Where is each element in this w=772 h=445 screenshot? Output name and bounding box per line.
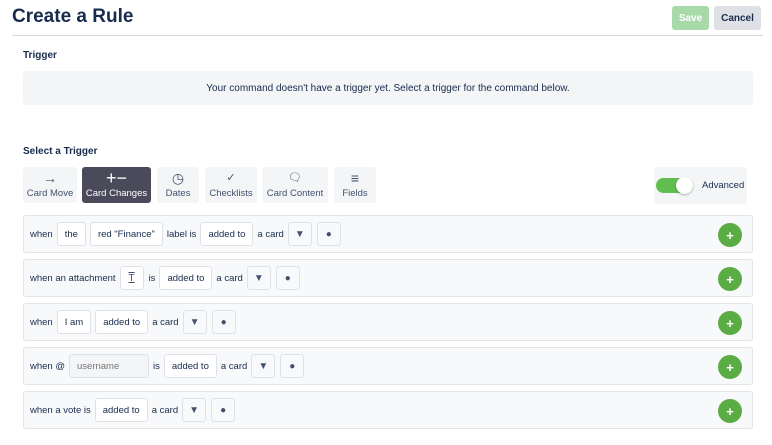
add-trigger-button[interactable]: + [718,267,742,291]
row-text: a card [152,316,179,328]
trigger-row-label: when the red "Finance" label is added to… [23,215,753,253]
tab-fields[interactable]: ≡ Fields [334,167,376,203]
divider [12,35,763,36]
filter-icon[interactable]: ▼ [246,266,271,290]
action-select[interactable]: added to [200,222,254,246]
save-button[interactable]: Save [672,6,709,30]
person-icon[interactable]: ● [211,398,236,422]
action-select[interactable]: added to [159,266,213,290]
tab-checklists[interactable]: ✓ Checklists [205,167,257,203]
advanced-toggle-box: Advanced [654,167,747,204]
row-text: when [30,228,53,240]
advanced-toggle[interactable] [656,177,693,194]
filter-icon[interactable]: ▼ [287,222,312,246]
person-icon[interactable]: ● [280,354,305,378]
person-icon[interactable]: ● [316,222,341,246]
tab-card-content[interactable]: 🗨 Card Content [262,167,328,203]
arrow-right-icon: → [43,170,57,186]
trigger-notice: Your command doesn't have a trigger yet.… [23,71,753,105]
action-select[interactable]: added to [94,398,148,422]
row-text: label is [166,228,197,240]
row-text: a card [220,360,248,372]
filter-icon[interactable]: ▼ [182,310,207,334]
add-trigger-button[interactable]: + [718,223,742,247]
row-text: is [148,272,156,284]
tab-label: Fields [342,188,368,199]
row-text: when @ [30,360,65,372]
label-select[interactable]: red "Finance" [89,222,163,246]
row-text: a card [151,404,179,416]
comment-icon: 🗨 [288,172,302,184]
trigger-row-username: when @ is added to a card ▼ ● + [23,347,753,385]
action-select[interactable]: added to [95,310,149,334]
trigger-row-attachment: when an attachment T is added to a card … [23,259,753,297]
person-icon[interactable]: ● [275,266,300,290]
row-text: when an attachment [30,272,116,284]
tab-label: Dates [165,188,191,199]
tab-label: Checklists [209,188,253,199]
cancel-button[interactable]: Cancel [714,6,761,30]
add-trigger-button[interactable]: + [718,355,742,379]
action-select[interactable]: added to [163,354,217,378]
plus-minus-icon: +− [105,168,128,188]
text-format-icon[interactable]: T [119,266,144,290]
subject-select[interactable]: I am [56,310,92,334]
filter-icon[interactable]: ▼ [251,354,276,378]
add-trigger-button[interactable]: + [718,399,742,423]
check-icon: ✓ [226,172,236,184]
row-text: is [153,360,160,372]
row-text: a card [216,272,243,284]
filter-icon[interactable]: ▼ [182,398,207,422]
add-trigger-button[interactable]: + [718,311,742,335]
article-select[interactable]: the [56,222,86,246]
tab-label: Card Content [266,188,324,199]
trigger-row-vote: when a vote is added to a card ▼ ● + [23,391,753,429]
advanced-label: Advanced [702,180,745,191]
row-text: a card [257,228,284,240]
tab-dates[interactable]: ◷ Dates [157,167,199,203]
tab-label: Card Changes [85,188,148,199]
trigger-row-member: when I am added to a card ▼ ● + [23,303,753,341]
lines-icon: ≡ [350,170,360,186]
page-title: Create a Rule [12,6,134,27]
select-trigger-heading: Select a Trigger [23,146,98,157]
person-icon[interactable]: ● [211,310,236,334]
tab-card-move[interactable]: → Card Move [23,167,77,203]
row-text: when [30,316,53,328]
trigger-heading: Trigger [23,50,57,61]
tab-card-changes[interactable]: +− Card Changes [82,167,151,203]
clock-icon: ◷ [171,170,185,186]
username-input[interactable] [69,354,149,378]
tab-label: Card Move [26,188,74,199]
row-text: when a vote is [30,404,91,416]
